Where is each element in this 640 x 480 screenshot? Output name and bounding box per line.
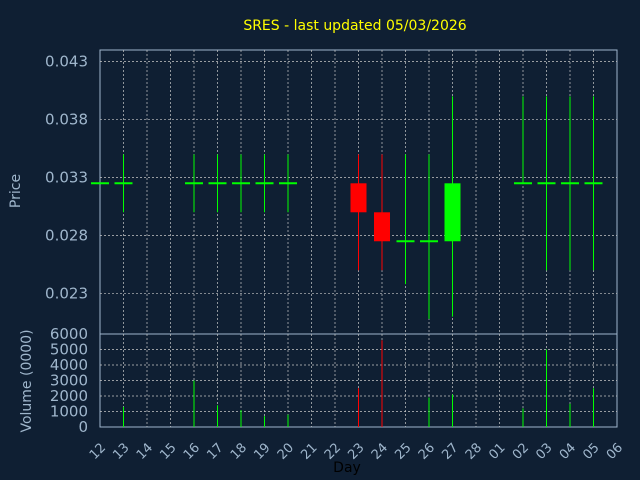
price-panel: 0.043 0.038 0.033 0.028 0.023	[45, 49, 618, 335]
x-tick-label: 26	[416, 440, 438, 462]
x-tick-label: 05	[580, 440, 602, 462]
x-tick-label: 28	[463, 440, 485, 462]
x-tick-label: 15	[157, 440, 179, 462]
x-axis-ticks: 12 13 14 15 16 17 18 19 20 21 22 23 24 25 26 27 28 01 02 03…	[87, 440, 626, 462]
price-tick-label: 0.038	[45, 111, 88, 129]
candle	[114, 154, 133, 213]
candle	[561, 96, 579, 271]
candle	[350, 154, 367, 271]
price-tick-label: 0.043	[45, 53, 88, 71]
x-tick-label: 03	[533, 440, 555, 462]
x-tick-label: 14	[134, 440, 156, 462]
candle	[444, 96, 461, 317]
x-tick-label: 02	[510, 440, 532, 462]
price-tick-label: 0.028	[45, 226, 88, 244]
volume-tick-label: 0	[78, 418, 88, 436]
x-tick-label: 13	[110, 440, 132, 462]
volume-panel: 6000500040003000200010000	[50, 325, 618, 436]
candle	[396, 154, 415, 285]
x-tick-label: 25	[392, 440, 414, 462]
x-tick-label: 24	[369, 440, 391, 462]
candle	[208, 154, 227, 213]
x-tick-label: 27	[439, 440, 461, 462]
chart-root: SRES - last updated 05/03/2026 Price Vol…	[0, 0, 640, 480]
candle-body	[444, 183, 461, 242]
x-tick-label: 21	[298, 440, 320, 462]
candle	[584, 96, 603, 271]
candle-body	[374, 212, 390, 242]
candle	[255, 154, 274, 213]
price-tick-label: 0.023	[45, 284, 88, 302]
candle	[279, 154, 297, 213]
candle	[374, 154, 390, 271]
x-tick-label: 18	[228, 440, 250, 462]
x-tick-label: 19	[251, 440, 273, 462]
x-tick-label: 20	[275, 440, 297, 462]
candle	[514, 96, 532, 185]
volume-axis-label: Volume (0000)	[19, 329, 35, 432]
x-tick-label: 01	[486, 440, 508, 462]
price-tick-label: 0.033	[45, 169, 88, 187]
price-axis-label: Price	[8, 174, 24, 208]
x-tick-label: 04	[557, 440, 579, 462]
candle-body	[350, 183, 367, 213]
candle	[185, 154, 203, 213]
stock-chart: SRES - last updated 05/03/2026 Price Vol…	[8, 18, 626, 476]
x-tick-label: 06	[604, 440, 626, 462]
candle	[420, 154, 438, 319]
candle	[537, 96, 556, 271]
x-tick-label: 17	[204, 440, 226, 462]
x-tick-label: 16	[181, 440, 203, 462]
candle	[232, 154, 250, 213]
x-axis-label: Day	[333, 460, 361, 476]
chart-title: SRES - last updated 05/03/2026	[243, 18, 466, 34]
x-tick-label: 12	[87, 440, 109, 462]
